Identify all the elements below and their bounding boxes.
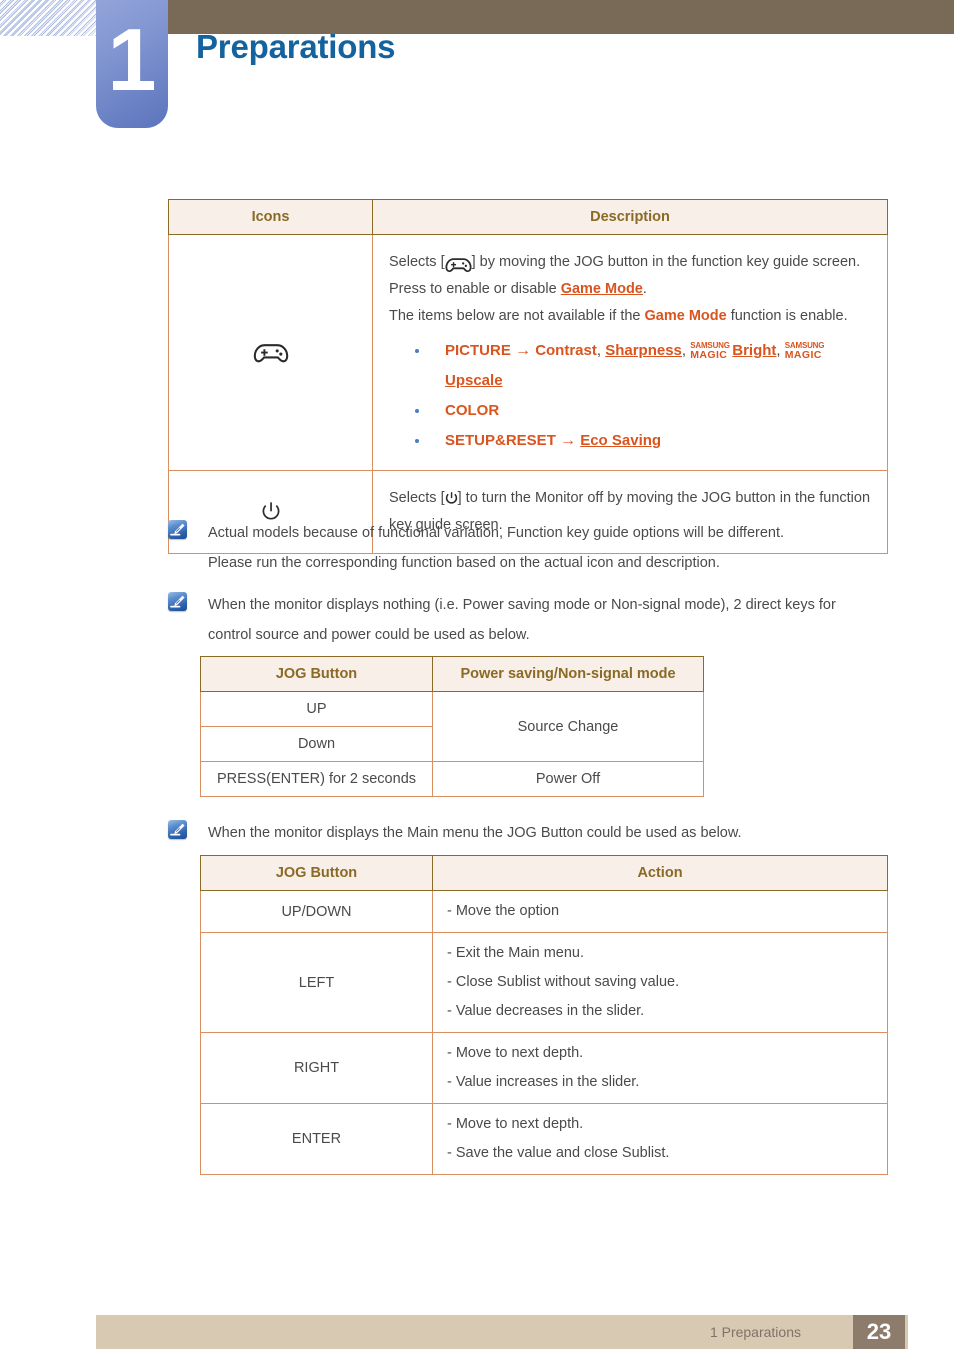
samsung-magic-logo-2: SAMSUNG MAGIC: [785, 340, 827, 361]
separator-3: ,: [776, 342, 781, 359]
column-header-description: Description: [372, 199, 888, 235]
cell-power-off: Power Off: [432, 761, 704, 797]
footer-page-number: 23: [853, 1315, 905, 1349]
action-line: - Value increases in the slider.: [447, 1074, 640, 1090]
cell-action-updown: - Move the option: [432, 890, 888, 933]
cell-jog-updown: UP/DOWN: [200, 890, 433, 933]
power-icon-inline: [445, 487, 458, 504]
link-sharpness[interactable]: Sharpness: [605, 342, 682, 359]
arrow-icon-2: →: [560, 432, 577, 449]
column-header-jog-button: JOG Button: [200, 656, 433, 692]
cell-action-right: - Move to next depth. - Value increases …: [432, 1032, 888, 1104]
cell-jog-press-enter: PRESS(ENTER) for 2 seconds: [200, 761, 433, 797]
note-icon: [168, 520, 187, 539]
description-line-items-note: The items below are not available if the…: [389, 303, 873, 330]
separator-2: ,: [681, 342, 687, 359]
description-line-press: Press to enable or disable Game Mode.: [389, 276, 873, 303]
cell-jog-down: Down: [200, 726, 433, 762]
samsung-magic-logo-1: SAMSUNG MAGIC: [690, 340, 732, 361]
link-bright[interactable]: Bright: [732, 342, 776, 359]
footer-chapter-label: 1 Preparations: [709, 1324, 801, 1340]
power-desc-pre: Selects [: [389, 490, 445, 506]
table-header-row: Icons Description: [168, 199, 888, 235]
gamepad-icon-inline: [445, 253, 472, 273]
action-line: - Close Sublist without saving value.: [447, 974, 680, 990]
description-line-selects: Selects [ ] by moving the JOG button in …: [389, 249, 873, 276]
link-game-mode-2: Game Mode: [644, 308, 727, 324]
note-block-3: When the monitor displays the Main menu …: [168, 818, 908, 848]
item-picture-label: PICTURE: [445, 342, 511, 359]
note-line: control source and power could be used a…: [208, 627, 530, 643]
action-line: - Exit the Main menu.: [447, 945, 584, 961]
press-text-pre: Press to enable or disable: [389, 281, 561, 297]
table-header-row: JOG Button Action: [200, 855, 888, 891]
table-row-enter: ENTER - Move to next depth. - Save the v…: [200, 1103, 888, 1175]
press-text-post: .: [642, 281, 647, 297]
table-row-press-enter: PRESS(ENTER) for 2 seconds Power Off: [200, 761, 704, 797]
item-color-label: COLOR: [445, 402, 500, 419]
note-body-2: When the monitor displays nothing (i.e. …: [208, 590, 836, 650]
magic-bottom-text-2: MAGIC: [784, 349, 822, 361]
table-row-game-mode: Selects [ ] by moving the JOG button in …: [168, 234, 888, 471]
gamepad-icon-cell: [168, 234, 373, 471]
action-line: - Move the option: [447, 903, 560, 919]
table-row-right: RIGHT - Move to next depth. - Value incr…: [200, 1032, 888, 1104]
action-line: - Move to next depth.: [447, 1116, 584, 1132]
note-block-1: Actual models because of functional vari…: [168, 518, 908, 578]
note-line: When the monitor displays nothing (i.e. …: [208, 597, 836, 613]
cell-source-change: Source Change: [432, 691, 704, 762]
item-contrast: Contrast: [535, 342, 597, 359]
link-game-mode-1[interactable]: Game Mode: [561, 281, 643, 297]
table-header-row: JOG Button Power saving/Non-signal mode: [200, 656, 704, 692]
jog-power-saving-table: JOG Button Power saving/Non-signal mode …: [200, 656, 704, 797]
cell-jog-up: UP: [200, 691, 433, 727]
list-item-picture: PICTURE → Contrast, Sharpness, SAMSUNG MA…: [415, 336, 873, 396]
note-body-3: When the monitor displays the Main menu …: [208, 818, 742, 848]
page-title: Preparations: [196, 28, 396, 65]
cell-action-left: - Exit the Main menu. - Close Sublist wi…: [432, 932, 888, 1033]
jog-action-table: JOG Button Action UP/DOWN - Move the opt…: [200, 855, 888, 1175]
item-setup-reset-label: SETUP&RESET: [445, 432, 556, 449]
note-icon: [168, 592, 187, 611]
cell-jog-enter: ENTER: [200, 1103, 433, 1175]
items-note-post: function is enable.: [726, 308, 848, 324]
cell-jog-right: RIGHT: [200, 1032, 433, 1104]
note-icon: [168, 820, 187, 839]
desc-text-pre: Selects [: [389, 254, 445, 270]
magic-bottom-text-1: MAGIC: [690, 349, 728, 361]
column-header-power-mode: Power saving/Non-signal mode: [432, 656, 704, 692]
column-header-action: Action: [432, 855, 888, 891]
gamepad-icon: [253, 341, 289, 365]
note-block-2: When the monitor displays nothing (i.e. …: [168, 590, 908, 650]
icons-description-table: Icons Description Selects [] by moving …: [168, 199, 888, 554]
cell-jog-left: LEFT: [200, 932, 433, 1033]
note-body-1: Actual models because of functional vari…: [208, 518, 784, 578]
link-eco-saving[interactable]: Eco Saving: [580, 432, 661, 449]
note-line: Please run the corresponding function ba…: [208, 555, 720, 571]
unavailable-items-list: PICTURE → Contrast, Sharpness, SAMSUNG MA…: [389, 336, 873, 456]
game-mode-description-cell: Selects [ ] by moving the JOG button in …: [372, 234, 888, 471]
cell-action-enter: - Move to next depth. - Save the value a…: [432, 1103, 888, 1175]
desc-text-post: ] by moving the JOG button in the functi…: [471, 254, 861, 270]
list-item-setup-reset: SETUP&RESET → Eco Saving: [415, 426, 873, 456]
list-item-color: COLOR: [415, 396, 873, 426]
table-row-left: LEFT - Exit the Main menu. - Close Subli…: [200, 932, 888, 1033]
separator-1: ,: [596, 342, 602, 359]
action-line: - Move to next depth.: [447, 1045, 584, 1061]
chapter-number-tab: 1: [96, 0, 168, 128]
column-header-jog-button-2: JOG Button: [200, 855, 433, 891]
table-row-up: UP Source Change: [200, 691, 704, 762]
note-line: Actual models because of functional vari…: [208, 525, 785, 541]
action-line: - Value decreases in the slider.: [447, 1003, 645, 1019]
arrow-icon: →: [515, 342, 532, 359]
column-header-icons: Icons: [168, 199, 373, 235]
action-line: - Save the value and close Sublist.: [447, 1145, 670, 1161]
items-note-pre: The items below are not available if the: [389, 308, 645, 324]
note-line: When the monitor displays the Main menu …: [208, 825, 742, 841]
table-row-updown: UP/DOWN - Move the option: [200, 890, 888, 933]
footer-bar: 1 Preparations 23: [96, 1315, 908, 1349]
link-upscale[interactable]: Upscale: [445, 372, 503, 389]
